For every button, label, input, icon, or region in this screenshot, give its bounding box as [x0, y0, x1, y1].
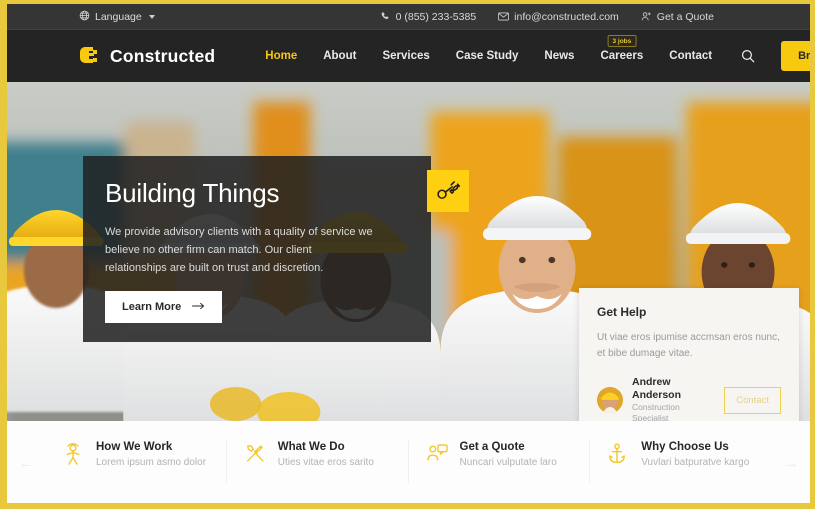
- specialist-info: Andrew Anderson Construction Specialist: [632, 376, 715, 421]
- avatar: [597, 387, 623, 414]
- feature-subtitle: Nuncari vulputate laro: [459, 457, 557, 468]
- search-icon[interactable]: [741, 49, 755, 63]
- page-frame: Language 0 (855) 233-5385 info@construct…: [0, 0, 815, 509]
- quote-label: Get a Quote: [656, 10, 714, 23]
- get-help-description: Ut viae eros ipumise accmsan eros nunc, …: [597, 332, 780, 359]
- brand-name: Constructed: [110, 45, 216, 66]
- feature-title: Get a Quote: [459, 441, 525, 453]
- specialist-role: Construction Specialist: [632, 402, 680, 421]
- language-label: Language: [95, 10, 142, 23]
- nav-item-contact[interactable]: Contact: [656, 50, 725, 62]
- main-navbar: Constructed Home About Services Case Stu…: [7, 30, 810, 82]
- nav-item-about-label: About: [323, 50, 357, 62]
- learn-more-button[interactable]: Learn More: [105, 291, 223, 323]
- worker-icon: [63, 441, 85, 470]
- top-contact-info: 0 (855) 233-5385 info@constructed.com Ge…: [380, 11, 714, 23]
- feature-subtitle: Lorem ipsum asmo dolor: [96, 457, 207, 468]
- constructed-logo-icon: [79, 46, 101, 67]
- get-help-card: Get Help Ut viae eros ipumise accmsan er…: [579, 288, 799, 421]
- nav-item-services[interactable]: Services: [369, 50, 442, 62]
- feature-text: What We Do Uties vitae eros sarito: [278, 441, 374, 470]
- anchor-icon: [608, 441, 630, 470]
- nav-links: Home About Services Case Study News 3 jo…: [252, 35, 725, 62]
- contact-button[interactable]: Contact: [724, 386, 781, 414]
- carousel-prev-arrow[interactable]: ←: [7, 441, 45, 472]
- feature-subtitle: Uties vitae eros sarito: [277, 457, 374, 468]
- feature-get-a-quote[interactable]: Get a Quote Nuncari vulputate laro: [409, 441, 591, 483]
- email-label: info@constructed.com: [514, 10, 619, 23]
- globe-icon: [79, 10, 90, 24]
- tools-cross-icon: [245, 441, 267, 470]
- language-selector[interactable]: Language: [79, 10, 155, 24]
- user-chat-icon: [426, 441, 449, 470]
- careers-jobs-badge: 3 jobs: [607, 35, 637, 47]
- feature-items: How We Work Lorem ipsum asmo dolor What …: [45, 441, 772, 483]
- nav-item-case-study[interactable]: Case Study: [443, 50, 532, 62]
- nav-item-about[interactable]: About: [310, 50, 369, 62]
- arrow-right-icon: [192, 301, 205, 313]
- nav-item-case-study-label: Case Study: [455, 50, 519, 62]
- nav-item-services-label: Services: [382, 50, 430, 62]
- feature-what-we-do[interactable]: What We Do Uties vitae eros sarito: [227, 441, 409, 483]
- phone-icon: [380, 11, 391, 22]
- specialist-row: Andrew Anderson Construction Specialist …: [597, 376, 781, 421]
- nav-item-news[interactable]: News: [531, 50, 587, 62]
- brand-logo[interactable]: Constructed: [79, 46, 215, 67]
- feature-how-we-work[interactable]: How We Work Lorem ipsum asmo dolor: [45, 441, 227, 483]
- hero-section: Building Things We provide advisory clie…: [7, 82, 810, 421]
- feature-text: Get a Quote Nuncari vulputate laro: [460, 441, 557, 470]
- carousel-next-arrow[interactable]: →: [772, 441, 810, 472]
- envelope-icon: [498, 12, 510, 21]
- nav-item-careers[interactable]: 3 jobs Careers: [587, 35, 656, 62]
- get-help-title: Get Help: [597, 305, 647, 319]
- feature-title: What We Do: [277, 441, 345, 453]
- topbar-email[interactable]: info@constructed.com: [498, 11, 619, 23]
- feature-why-choose-us[interactable]: Why Choose Us Vuvlari batpuratve kargo: [590, 441, 772, 470]
- browser-viewport: Language 0 (855) 233-5385 info@construct…: [7, 4, 810, 503]
- feature-title: Why Choose Us: [641, 441, 729, 453]
- nav-item-contact-label: Contact: [669, 50, 713, 62]
- chevron-down-icon: [148, 14, 155, 19]
- feature-title: How We Work: [96, 441, 173, 453]
- tool-wrench-icon: [427, 170, 469, 212]
- specialist-name: Andrew Anderson: [632, 376, 682, 402]
- topbar-phone[interactable]: 0 (855) 233-5385: [380, 10, 477, 23]
- nav-item-careers-label: Careers: [600, 50, 644, 62]
- feature-text: How We Work Lorem ipsum asmo dolor: [96, 441, 206, 470]
- phone-label: 0 (855) 233-5385: [395, 10, 477, 23]
- nav-item-home-label: Home: [265, 50, 298, 62]
- nav-item-news-label: News: [544, 50, 575, 62]
- feature-subtitle: Vuvlari batpuratve kargo: [641, 457, 750, 468]
- learn-more-label: Learn More: [122, 301, 182, 313]
- feature-strip: ← How We Work Lorem ipsum asmo dolor Wha…: [7, 421, 810, 503]
- user-plus-icon: [641, 11, 652, 22]
- feature-text: Why Choose Us Vuvlari batpuratve kargo: [641, 441, 749, 470]
- topbar-get-a-quote[interactable]: Get a Quote: [641, 11, 714, 23]
- hero-title: Building Things: [105, 178, 280, 208]
- top-utility-bar: Language 0 (855) 233-5385 info@construct…: [7, 4, 810, 30]
- nav-item-home[interactable]: Home: [252, 50, 310, 62]
- hero-content-card: Building Things We provide advisory clie…: [83, 156, 469, 342]
- hero-description: We provide advisory clients with a quali…: [105, 226, 373, 275]
- browse-services-button[interactable]: Browse Services: [781, 41, 810, 71]
